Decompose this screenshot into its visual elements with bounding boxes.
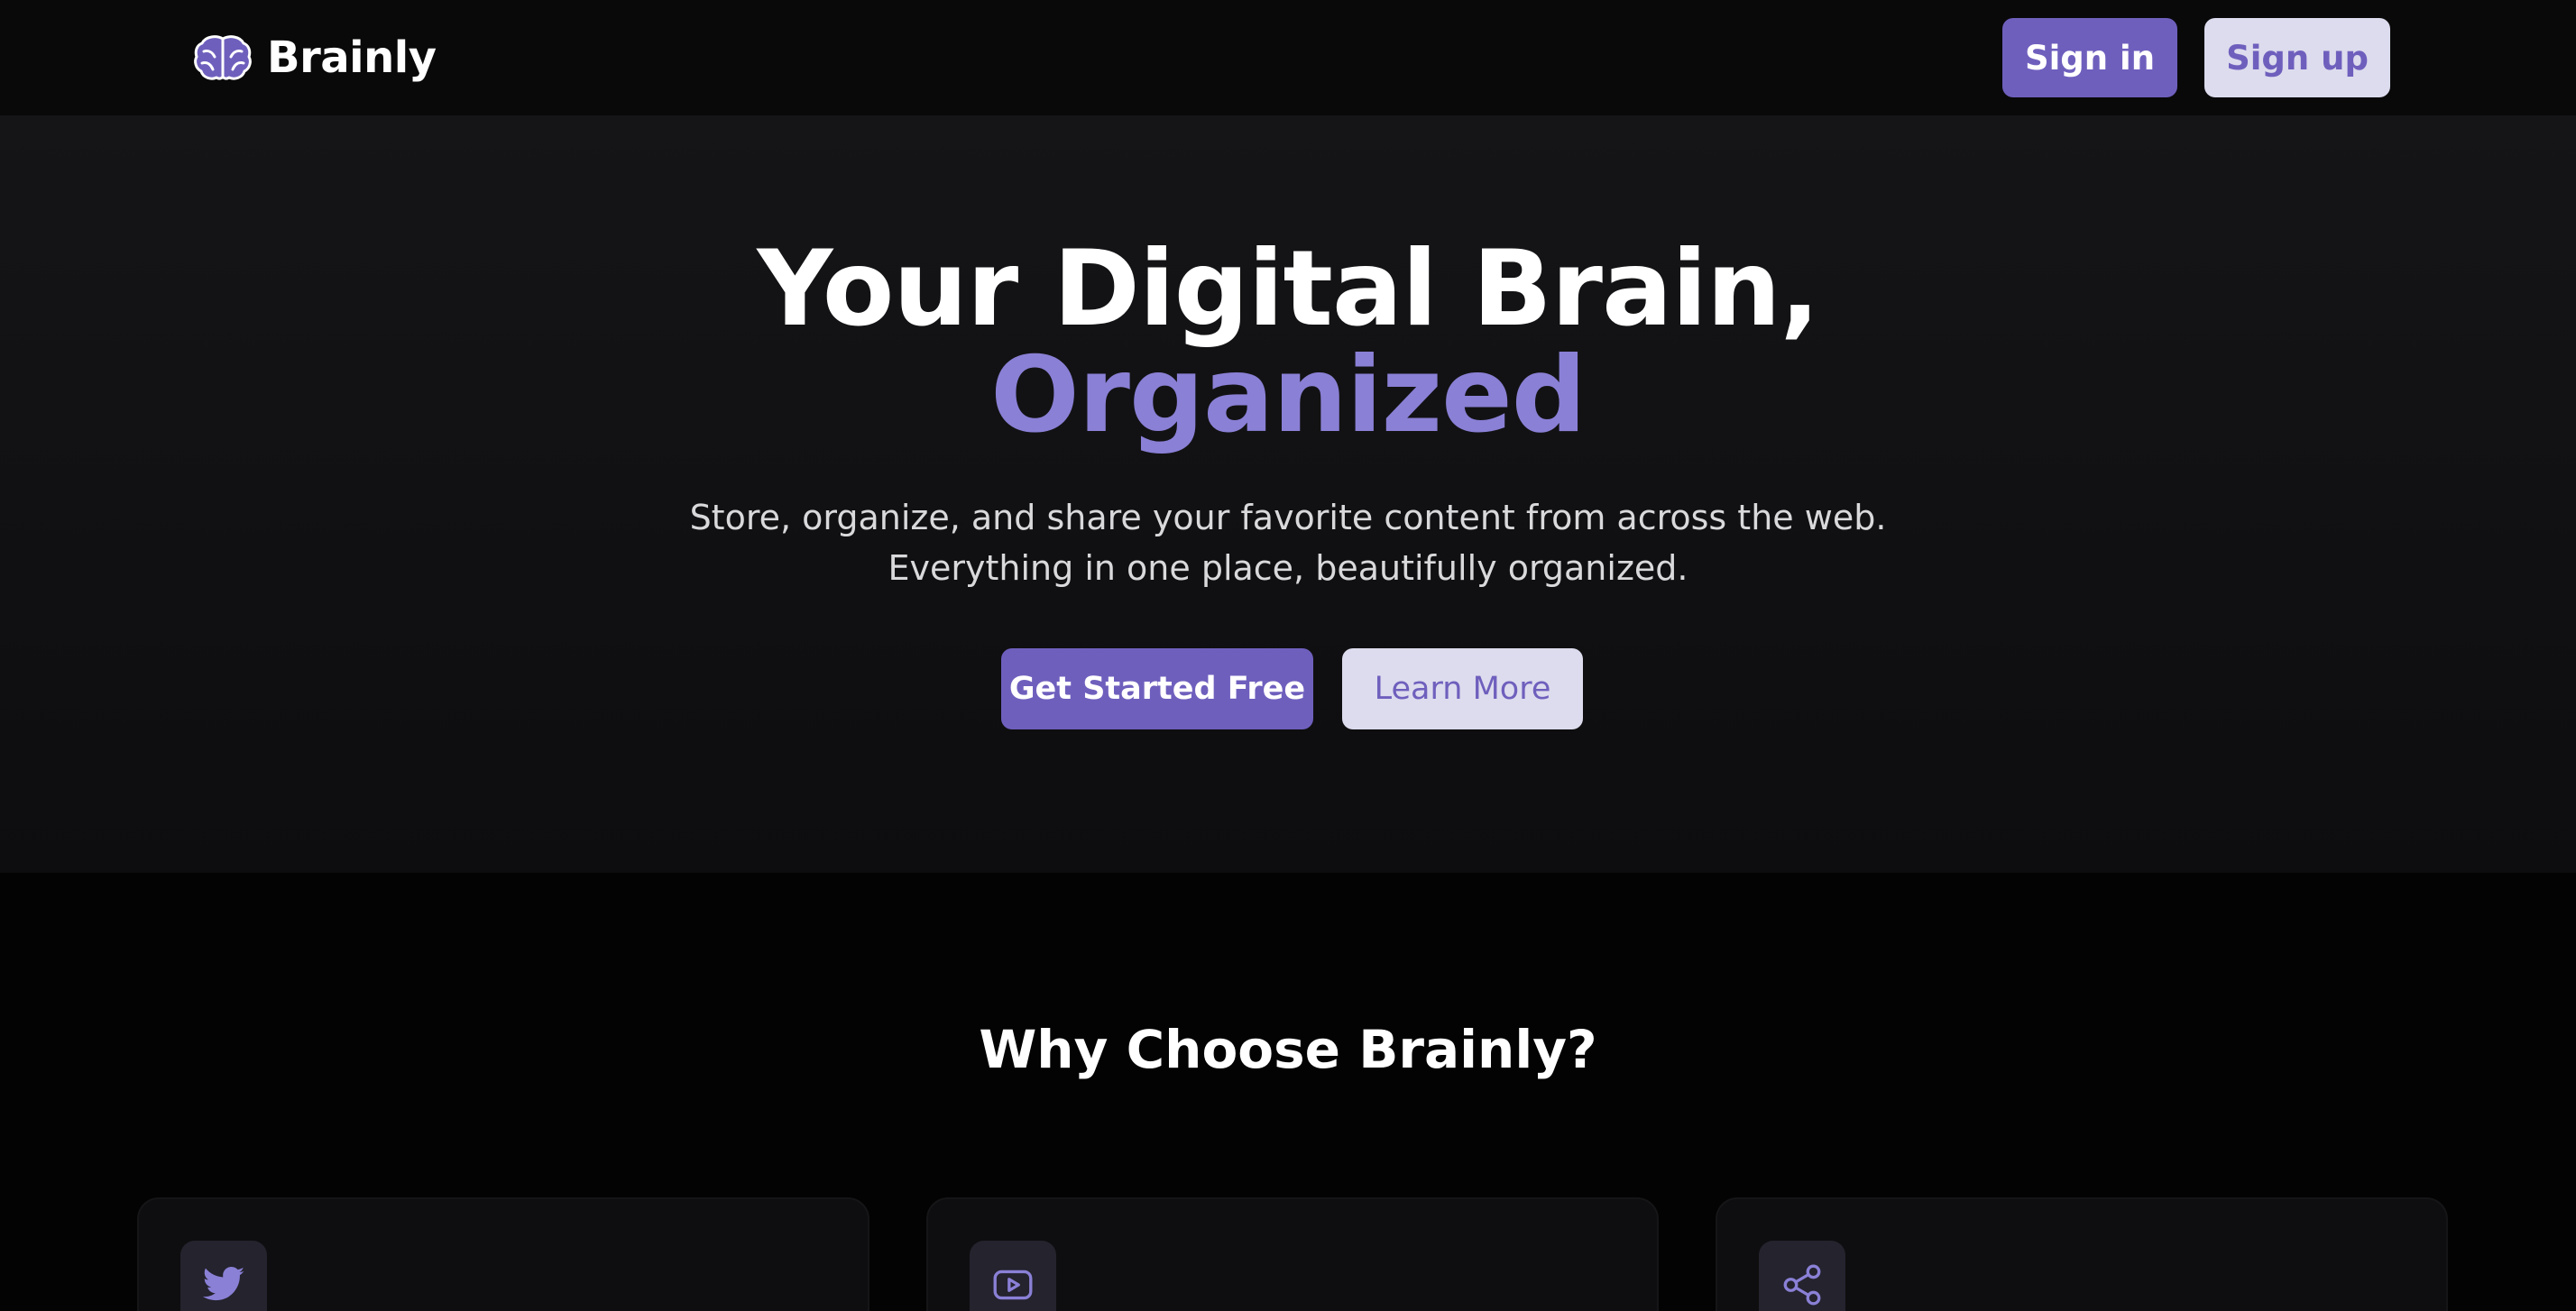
hero-title-highlight: Organized bbox=[990, 335, 1587, 456]
features-title: Why Choose Brainly? bbox=[979, 1019, 1597, 1080]
brand-logo[interactable]: Brainly bbox=[193, 31, 437, 85]
sign-up-button[interactable]: Sign up bbox=[2204, 18, 2390, 97]
feature-card-share bbox=[1716, 1197, 2448, 1311]
hero-section: Your Digital Brain, Organized Store, org… bbox=[0, 115, 2576, 873]
sign-in-button[interactable]: Sign in bbox=[2002, 18, 2177, 97]
learn-more-button[interactable]: Learn More bbox=[1342, 648, 1583, 729]
feature-card-youtube bbox=[926, 1197, 1659, 1311]
landing-page: Brainly Sign in Sign up Your Digital Bra… bbox=[0, 0, 2576, 1311]
youtube-icon bbox=[970, 1241, 1056, 1311]
share-icon bbox=[1759, 1241, 1845, 1311]
get-started-button[interactable]: Get Started Free bbox=[1001, 648, 1313, 729]
feature-card-twitter bbox=[137, 1197, 869, 1311]
twitter-icon bbox=[180, 1241, 267, 1311]
hero-subtitle-line1: Store, organize, and share your favorite… bbox=[689, 498, 1887, 537]
share-icon-glyph bbox=[1783, 1264, 1821, 1306]
youtube-icon-glyph bbox=[993, 1270, 1033, 1300]
brain-icon bbox=[194, 35, 252, 80]
hero-subtitle-line2: Everything in one place, beautifully org… bbox=[888, 548, 1688, 588]
brand-name: Brainly bbox=[267, 32, 437, 83]
navbar: Brainly Sign in Sign up bbox=[0, 0, 2576, 115]
twitter-icon-glyph bbox=[202, 1267, 244, 1301]
hero-title: Your Digital Brain, bbox=[757, 228, 1819, 350]
